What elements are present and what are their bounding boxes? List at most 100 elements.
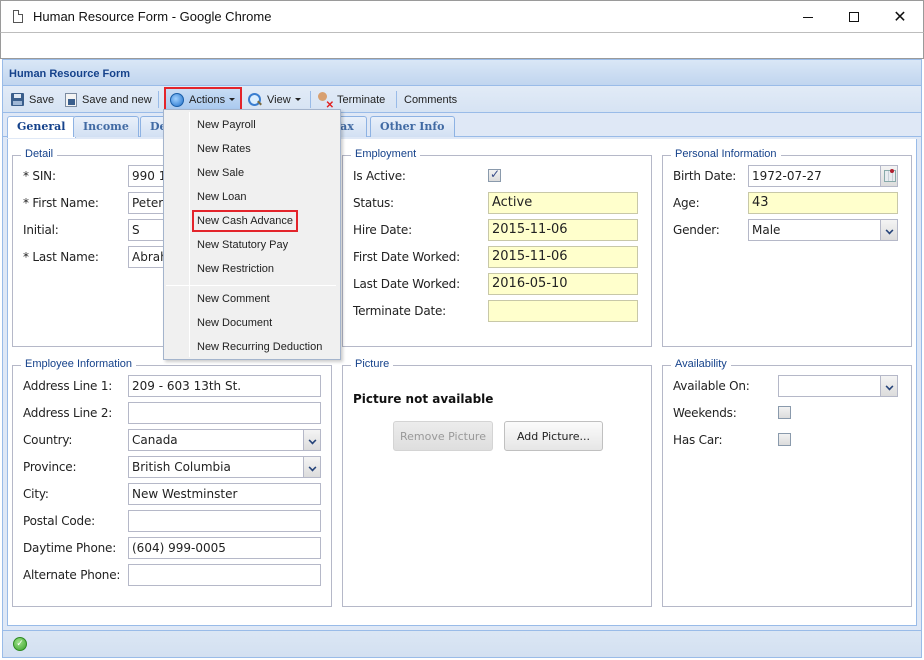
has-car-checkbox[interactable] <box>778 433 791 446</box>
page-icon <box>13 10 23 23</box>
maximize-icon <box>849 12 859 22</box>
postal-code-label: Postal Code: <box>23 514 95 528</box>
menu-item-new-payroll[interactable]: New Payroll <box>197 119 256 131</box>
is-active-checkbox[interactable] <box>488 167 501 182</box>
save-button[interactable]: Save <box>7 89 58 110</box>
panel-header: Human Resource Form <box>3 60 921 86</box>
save-label: Save <box>29 93 55 106</box>
chevron-down-icon[interactable] <box>880 220 897 240</box>
employment-fieldset: Employment Is Active: Status: Active Hir… <box>342 148 652 347</box>
actions-label: Actions <box>189 93 226 106</box>
menu-item-new-cash-advance[interactable]: New Cash Advance <box>192 210 298 232</box>
chevron-down-icon[interactable] <box>303 430 320 450</box>
availability-legend: Availability <box>671 358 731 370</box>
address2-field[interactable] <box>128 402 321 424</box>
birth-date-label: Birth Date: <box>673 169 737 183</box>
employee-info-legend: Employee Information <box>21 358 136 370</box>
age-field: 43 <box>748 192 898 214</box>
picture-fieldset: Picture Picture not available Remove Pic… <box>342 358 652 607</box>
close-button[interactable]: ✕ <box>877 1 923 33</box>
last-date-worked-field: 2016-05-10 <box>488 273 638 295</box>
province-select[interactable]: British Columbia <box>128 456 321 478</box>
close-icon: ✕ <box>893 7 907 26</box>
tab-strip: General Income Deductions Tax Other Info <box>3 113 921 138</box>
view-menu-button[interactable]: View <box>244 89 305 110</box>
menu-item-new-sale[interactable]: New Sale <box>197 167 244 179</box>
menu-item-new-statutory-pay[interactable]: New Statutory Pay <box>197 239 288 251</box>
gender-label: Gender: <box>673 223 720 237</box>
terminate-button[interactable]: Terminate <box>312 89 389 111</box>
magnifier-icon <box>248 92 262 107</box>
minimize-button[interactable] <box>785 1 831 33</box>
tab-income[interactable]: Income <box>73 116 139 137</box>
maximize-button[interactable] <box>831 1 877 33</box>
alternate-phone-field[interactable] <box>128 564 321 586</box>
browser-title-bar: Human Resource Form - Google Chrome ✕ <box>0 0 924 32</box>
save-icon <box>11 93 24 106</box>
chevron-down-icon <box>229 98 236 101</box>
menu-item-new-document[interactable]: New Document <box>197 317 272 329</box>
first-name-label: * First Name: <box>23 196 99 210</box>
address1-field[interactable]: 209 - 603 13th St. <box>128 375 321 397</box>
terminate-user-icon <box>316 91 334 111</box>
menu-icon-gutter <box>189 112 190 357</box>
ok-check-icon: ✓ <box>13 637 27 651</box>
browser-address-area <box>0 32 924 59</box>
toolbar-separator <box>158 91 159 108</box>
hr-form-panel: Human Resource Form Save Save and new Ac… <box>2 59 922 658</box>
chevron-down-icon[interactable] <box>303 457 320 477</box>
menu-item-new-recurring-deduction[interactable]: New Recurring Deduction <box>197 341 322 353</box>
city-field[interactable]: New Westminster <box>128 483 321 505</box>
chevron-down-icon <box>294 98 301 101</box>
personal-info-legend: Personal Information <box>671 148 781 160</box>
status-label: Status: <box>353 196 394 210</box>
menu-item-new-comment[interactable]: New Comment <box>197 293 270 305</box>
status-field: Active <box>488 192 638 214</box>
general-tab-body: Detail * SIN: 990 1 * First Name: Peter … <box>7 139 917 626</box>
initial-label: Initial: <box>23 223 59 237</box>
comments-button[interactable]: Comments <box>400 89 461 110</box>
tab-general[interactable]: General <box>7 116 76 138</box>
terminate-label: Terminate <box>337 93 386 106</box>
menu-item-new-loan[interactable]: New Loan <box>197 191 247 203</box>
comments-label: Comments <box>404 93 458 106</box>
alternate-phone-label: Alternate Phone: <box>23 568 121 582</box>
tab-other-info[interactable]: Other Info <box>370 116 455 137</box>
save-and-new-label: Save and new <box>82 93 152 106</box>
chevron-down-icon[interactable] <box>880 376 897 396</box>
status-bar: ✓ <box>3 630 921 657</box>
window-title: Human Resource Form - Google Chrome <box>33 9 272 24</box>
add-picture-button[interactable]: Add Picture... <box>504 421 603 451</box>
available-on-label: Available On: <box>673 379 750 393</box>
menu-item-new-rates[interactable]: New Rates <box>197 143 251 155</box>
is-active-label: Is Active: <box>353 169 406 183</box>
postal-code-field[interactable] <box>128 510 321 532</box>
province-value: British Columbia <box>132 460 231 474</box>
menu-separator <box>166 285 336 286</box>
birth-date-field[interactable]: 1972-07-27 <box>748 165 898 187</box>
hire-date-label: Hire Date: <box>353 223 412 237</box>
toolbar-separator <box>396 91 397 108</box>
gender-value: Male <box>752 223 781 237</box>
view-label: View <box>267 93 291 106</box>
menu-item-new-restriction[interactable]: New Restriction <box>197 263 274 275</box>
actions-gear-icon <box>170 92 184 107</box>
gender-select[interactable]: Male <box>748 219 898 241</box>
country-select[interactable]: Canada <box>128 429 321 451</box>
personal-info-fieldset: Personal Information Birth Date: 1972-07… <box>662 148 912 347</box>
daytime-phone-field[interactable]: (604) 999-0005 <box>128 537 321 559</box>
weekends-checkbox[interactable] <box>778 406 791 419</box>
last-date-worked-label: Last Date Worked: <box>353 277 460 291</box>
picture-not-available-text: Picture not available <box>353 392 494 406</box>
sin-label: * SIN: <box>23 169 56 183</box>
toolbar: Save Save and new Actions View Terminate… <box>3 86 921 113</box>
remove-picture-button[interactable]: Remove Picture <box>393 421 493 451</box>
save-and-new-button[interactable]: Save and new <box>61 89 156 110</box>
terminate-date-field <box>488 300 638 322</box>
available-on-select[interactable] <box>778 375 898 397</box>
minimize-icon <box>803 16 813 18</box>
calendar-icon[interactable] <box>880 166 897 186</box>
city-label: City: <box>23 487 49 501</box>
country-label: Country: <box>23 433 73 447</box>
save-new-icon <box>65 92 77 107</box>
